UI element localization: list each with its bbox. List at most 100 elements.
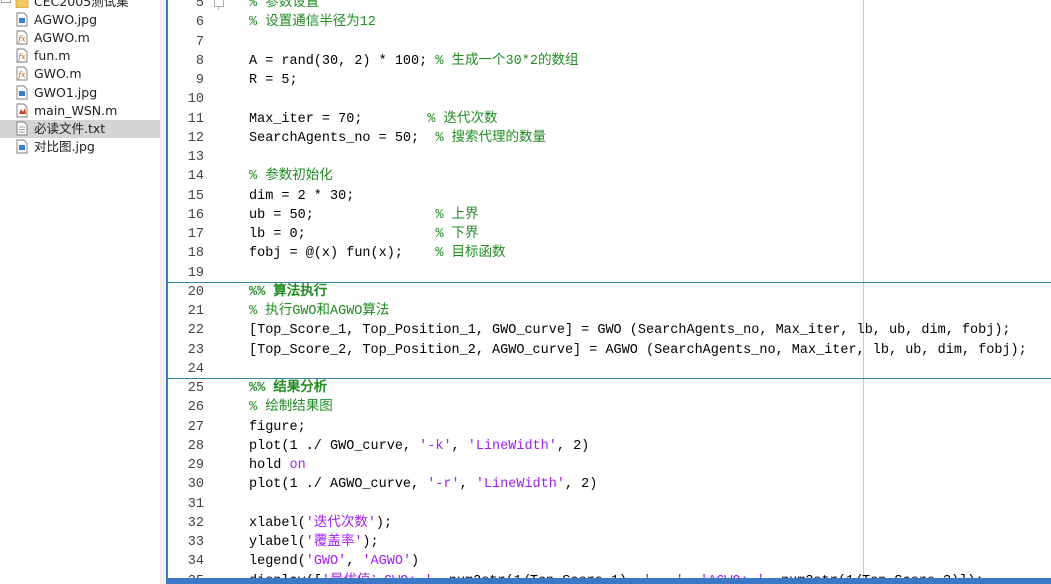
code-comment: % 参数设置 — [249, 0, 320, 11]
file-name: 必读文件.txt — [34, 120, 106, 136]
code-line[interactable]: Max_iter = 70; % 迭代次数 — [249, 110, 497, 129]
code-string: 'LineWidth' — [475, 477, 565, 493]
code-text: hold — [249, 458, 290, 473]
code-line[interactable]: SearchAgents_no = 50; % 搜索代理的数量 — [249, 129, 546, 148]
line-number: 13 — [187, 150, 204, 165]
file-item[interactable]: fx fun.m — [0, 47, 160, 65]
code-line[interactable]: fobj = @(x) fun(x); % 目标函数 — [249, 244, 506, 263]
file-name: main_WSN.m — [34, 102, 118, 118]
code-comment: % 搜索代理的数量 — [435, 130, 547, 146]
line-number: 9 — [195, 73, 204, 88]
code-line[interactable]: % 参数初始化 — [249, 167, 333, 186]
script-file-icon — [15, 103, 29, 118]
code-line[interactable]: %% 结果分析 — [249, 379, 327, 398]
file-item[interactable]: GWO1.jpg — [0, 84, 160, 102]
code-line[interactable]: [Top_Score_2, Top_Position_2, AGWO_curve… — [249, 341, 1027, 360]
code-text: ); — [362, 535, 379, 550]
code-string: 'GWO' — [305, 554, 347, 570]
code-string: 'AGWO' — [362, 554, 412, 570]
code-text: [Top_Score_1, Top_Position_1, GWO_curve]… — [249, 323, 1011, 339]
file-name: fun.m — [34, 48, 71, 64]
code-line[interactable]: [Top_Score_1, Top_Position_1, GWO_curve]… — [249, 321, 1011, 340]
code-line[interactable]: lb = 0; % 下界 — [249, 225, 479, 244]
line-number: 31 — [187, 496, 204, 512]
code-line[interactable]: % 设置通信半径为12 — [249, 13, 376, 32]
image-file-icon — [15, 85, 29, 100]
code-string: 'LineWidth' — [467, 438, 557, 454]
file-name: AGWO.m — [34, 30, 90, 46]
code-line[interactable]: A = rand(30, 2) * 100; % 生成一个30*2的数组 — [249, 52, 578, 71]
code-comment: % 生成一个30*2的数组 — [435, 53, 579, 69]
code-text: lb = 0; — [249, 227, 436, 242]
expand-icon[interactable]: + — [1, 0, 11, 3]
code-string: '覆盖率' — [305, 535, 363, 550]
file-item[interactable]: fx AGWO.m — [0, 29, 160, 47]
function-file-icon: fx — [15, 48, 29, 63]
code-line[interactable]: plot(1 ./ AGWO_curve, '-r', 'LineWidth',… — [249, 475, 597, 494]
code-string: '-r' — [427, 477, 460, 493]
code-line[interactable]: plot(1 ./ GWO_curve, '-k', 'LineWidth', … — [249, 437, 589, 456]
code-comment: % 执行GWO和AGWO算法 — [249, 304, 390, 319]
code-comment: %% 结果分析 — [249, 381, 328, 396]
code-string: '迭代次数' — [305, 515, 376, 531]
file-item[interactable]: AGWO.jpg — [0, 11, 160, 29]
code-text: SearchAgents_no = 50; — [249, 130, 436, 146]
code-line[interactable]: % 绘制结果图 — [249, 398, 333, 417]
code-text: xlabel( — [249, 515, 306, 531]
svg-text:fx: fx — [17, 71, 26, 80]
code-text: figure; — [249, 419, 306, 435]
svg-text:fx: fx — [17, 35, 26, 44]
line-number: 12 — [187, 130, 204, 146]
line-number: 27 — [187, 419, 204, 435]
code-text: ) — [411, 554, 420, 570]
line-number: 22 — [187, 323, 204, 339]
code-comment: % 迭代次数 — [419, 111, 498, 127]
file-name: CEC2005测试集 — [34, 0, 129, 9]
code-line[interactable]: xlabel('迭代次数'); — [249, 514, 392, 533]
file-name: AGWO.jpg — [34, 12, 98, 28]
code-text: , — [451, 438, 468, 454]
code-string: on — [289, 458, 306, 473]
file-item[interactable]: 必读文件.txt — [0, 119, 160, 138]
code-line[interactable]: % 执行GWO和AGWO算法 — [249, 302, 389, 321]
code-text: , — [459, 477, 476, 493]
line-number: 14 — [187, 169, 204, 185]
line-number: 11 — [187, 111, 204, 127]
code-line[interactable]: hold on — [249, 456, 306, 475]
code-line[interactable]: figure; — [249, 418, 306, 437]
line-number: 15 — [187, 188, 204, 204]
code-text: A = rand(30, 2) * 100; — [249, 53, 436, 69]
file-item[interactable]: main_WSN.m — [0, 102, 160, 120]
line-number: 34 — [187, 554, 204, 570]
line-number: 8 — [195, 53, 204, 69]
code-text: , 2) — [556, 438, 590, 454]
code-line[interactable]: R = 5; — [249, 71, 298, 90]
image-file-icon — [15, 12, 29, 27]
code-line[interactable]: %% 算法执行 — [249, 283, 327, 302]
code-text: [Top_Score_2, Top_Position_2, AGWO_curve… — [249, 342, 1027, 358]
folder-icon — [15, 0, 29, 9]
line-number: 26 — [187, 400, 204, 416]
file-name: GWO.m — [34, 66, 82, 82]
line-number: 16 — [187, 207, 204, 223]
code-line[interactable]: legend('GWO', 'AGWO') — [249, 552, 419, 571]
line-number: 25 — [187, 381, 204, 396]
code-line[interactable]: dim = 2 * 30; — [249, 187, 354, 206]
code-text: fobj = @(x) fun(x); — [249, 246, 436, 262]
code-line[interactable]: ub = 50; % 上界 — [249, 206, 479, 225]
file-browser: + CEC2005测试集 AGWO.jpg fx AGWO.m fx fun.m fx GWO.… — [0, 0, 160, 584]
line-number: 29 — [187, 458, 204, 473]
file-item[interactable]: + CEC2005测试集 — [0, 0, 160, 11]
line-number: 5 — [195, 0, 204, 11]
file-item[interactable]: 对比图.jpg — [0, 138, 160, 156]
line-number: 33 — [187, 535, 204, 550]
code-text: Max_iter = 70; — [249, 111, 420, 127]
fold-toggle-icon[interactable] — [214, 0, 224, 7]
image-file-icon — [15, 139, 29, 154]
code-editor[interactable]: 5 % 参数设置 6 % 设置通信半径为12 7 8 A = rand(30, 2) * 1… — [168, 0, 1051, 584]
code-line[interactable]: ylabel('覆盖率'); — [249, 533, 379, 552]
line-number: 24 — [187, 361, 204, 377]
file-item[interactable]: fx GWO.m — [0, 65, 160, 83]
code-comment: % 设置通信半径为12 — [249, 15, 376, 31]
code-line[interactable]: % 参数设置 — [249, 0, 319, 13]
